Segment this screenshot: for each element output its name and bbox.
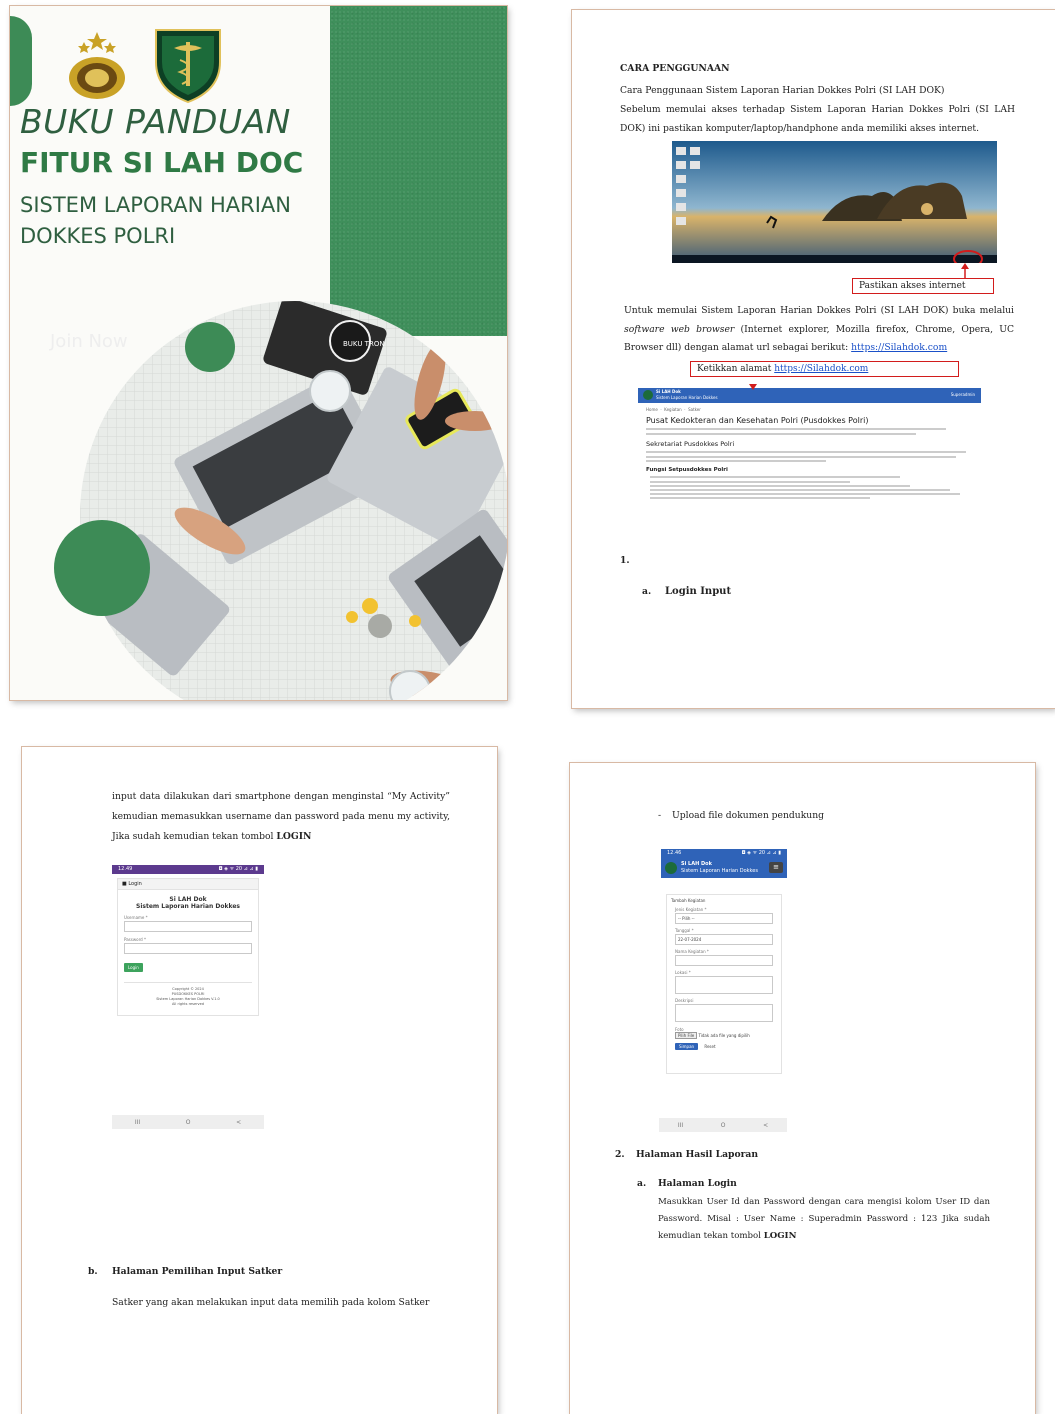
section-hasil-laporan: Halaman Hasil Laporan [636,1149,759,1160]
home-icon: ■ [122,881,127,887]
polri-emblem-icon [69,32,125,99]
site-logo-icon [643,390,653,400]
sub-heading-satker: Halaman Pemilihan Input Satker [112,1266,283,1277]
reset-button[interactable]: Reset [702,1043,717,1050]
sub-label: a. [637,1178,647,1189]
lokasi-field[interactable] [675,976,773,994]
username-label: Username * [124,915,148,920]
phone-status-icons: ◘ ◈ ᯤ 20 ⊿ ⊿ ▮ [741,850,781,856]
nama-kegiatan-label: Nama Kegiatan * [675,949,709,954]
tanggal-field[interactable]: 22-07-2024 [675,934,773,945]
site-brand-sub: Sistem Laporan Harian Dokkes [656,395,718,400]
deskripsi-label: Deskripsi [675,998,694,1003]
cover-half-circle [10,16,32,106]
home-button[interactable]: O [721,1122,726,1129]
url-link[interactable]: https://Silahdok.com [851,342,947,353]
username-field[interactable] [124,921,252,932]
cover-page: BUKU PANDUAN FITUR SI LAH DOC SISTEM LAP… [10,6,507,700]
bullet: - [658,810,662,821]
phone-status-icons: ◘ ◈ ᯤ 20 ⊿ ⊿ ▮ [218,866,258,872]
cover-ghost-text: Join Now [50,331,128,352]
site-heading: Pusat Kedokteran dan Kesehatan Polri (Pu… [646,416,869,425]
arrow-down-icon [749,384,757,390]
phone-nav-bar: III O < [659,1118,787,1132]
login-card-header: Login [128,881,142,887]
site-nav-kegiatan[interactable]: Kegiatan [664,407,682,412]
notebook-sticker-label: BUKU TRON [343,340,385,348]
sub-label: b. [88,1266,98,1277]
browser-paragraph: Untuk memulai Sistem Laporan Harian Dokk… [624,305,1014,353]
jenis-kegiatan-select[interactable]: -- Pilih -- [675,913,773,924]
manual-page-3: input data dilakukan dari smartphone den… [22,747,497,1414]
home-button[interactable]: O [186,1119,191,1126]
recent-apps-button[interactable]: III [678,1122,683,1129]
nama-kegiatan-field[interactable] [675,955,773,966]
back-button[interactable]: < [236,1119,241,1126]
cover-green-dot [185,322,235,372]
save-button[interactable]: Simpan [675,1043,699,1050]
callout-url: Ketikkan alamat https://Silahdok.com [690,361,959,377]
phone-login-screenshot: 12.49 ◘ ◈ ᯤ 20 ⊿ ⊿ ▮ ■ Login Si LAH Dok S… [112,865,264,1021]
menu-hamburger-icon[interactable]: ≡ [769,862,783,873]
cover-title: BUKU PANDUAN [20,102,291,141]
site-nav-satker[interactable]: Satker [688,407,701,412]
file-status-text: Tidak ada file yang dipilih [698,1033,750,1038]
phone-time: 12.49 [118,866,133,872]
app-title: Si LAH Dok [169,896,207,903]
sub-label: a. [642,586,652,597]
password-field[interactable] [124,943,252,954]
callout-url-link[interactable]: https://Silahdok.com [774,364,868,374]
manual-page-4: - Upload file dokumen pendukung 12.46 ◘ ◈… [570,763,1035,1414]
app-subtitle: Sistem Laporan Harian Dokkes [136,903,240,910]
intro-line: Cara Penggunaan Sistem Laporan Harian Do… [620,85,945,96]
login-button[interactable]: Login [124,963,143,972]
site-brand: Si LAH Dok [656,389,681,394]
phone-form-screenshot: 12.46 ◘ ◈ ᯤ 20 ⊿ ⊿ ▮ Si LAH Dok Sistem La… [661,849,787,1079]
footer-rights: All rights reserved [172,1002,204,1006]
jenis-kegiatan-label: Jenis Kegiatan * [675,907,707,912]
intro-paragraph: Sebelum memulai akses terhadap Sistem La… [620,104,1015,134]
password-label: Password * [124,937,146,942]
cover-green-panel [330,6,507,336]
app-logo-icon [665,862,677,874]
manual-page-2: CARA PENGGUNAAN Cara Penggunaan Sistem L… [572,10,1055,708]
app-brand: Si LAH Dok [681,861,712,867]
satker-paragraph: Satker yang akan melakukan input data me… [112,1297,430,1308]
step-number: 1. [620,555,630,566]
cover-feature-title: FITUR SI LAH DOC [20,146,304,179]
phone-time: 12.46 [667,850,682,856]
login-instructions: Masukkan User Id dan Password dengan car… [658,1197,990,1241]
site-subheading: Fungsi Setpusdokkes Polri [646,467,728,473]
tanggal-label: Tanggal * [675,928,694,933]
site-nav-home[interactable]: Home [646,407,658,412]
install-paragraph: input data dilakukan dari smartphone den… [112,791,450,842]
form-title: Tambah Kegiatan [671,898,706,903]
site-user-menu[interactable]: Superadmin [951,392,975,397]
deskripsi-field[interactable] [675,1004,773,1022]
lokasi-label: Lokasi * [675,970,691,975]
callout-internet: Pastikan akses internet [852,278,994,294]
back-button[interactable]: < [763,1122,768,1129]
upload-instruction: Upload file dokumen pendukung [672,810,824,821]
section-heading: CARA PENGGUNAAN [620,63,730,74]
recent-apps-button[interactable]: III [135,1119,140,1126]
sub-heading-login-input: Login Input [665,586,732,597]
cover-green-dot [54,520,150,616]
website-screenshot: Si LAH Dok Sistem Laporan Harian Dokkes … [638,388,981,528]
app-brand-sub: Sistem Laporan Harian Dokkes [681,868,758,874]
dokkes-shield-icon [155,29,221,104]
site-subheading: Sekretariat Pusdokkes Polri [646,440,735,448]
step-number: 2. [615,1149,625,1160]
desktop-screenshot [672,141,997,263]
phone-nav-bar: III O < [112,1115,264,1129]
cover-subtitle: SISTEM LAPORAN HARIAN DOKKES POLRI [20,193,291,248]
choose-file-button[interactable]: Pilih File [675,1032,698,1039]
sub-heading-halaman-login: Halaman Login [658,1178,737,1189]
cover-photo: BUKU TRON [80,301,507,700]
